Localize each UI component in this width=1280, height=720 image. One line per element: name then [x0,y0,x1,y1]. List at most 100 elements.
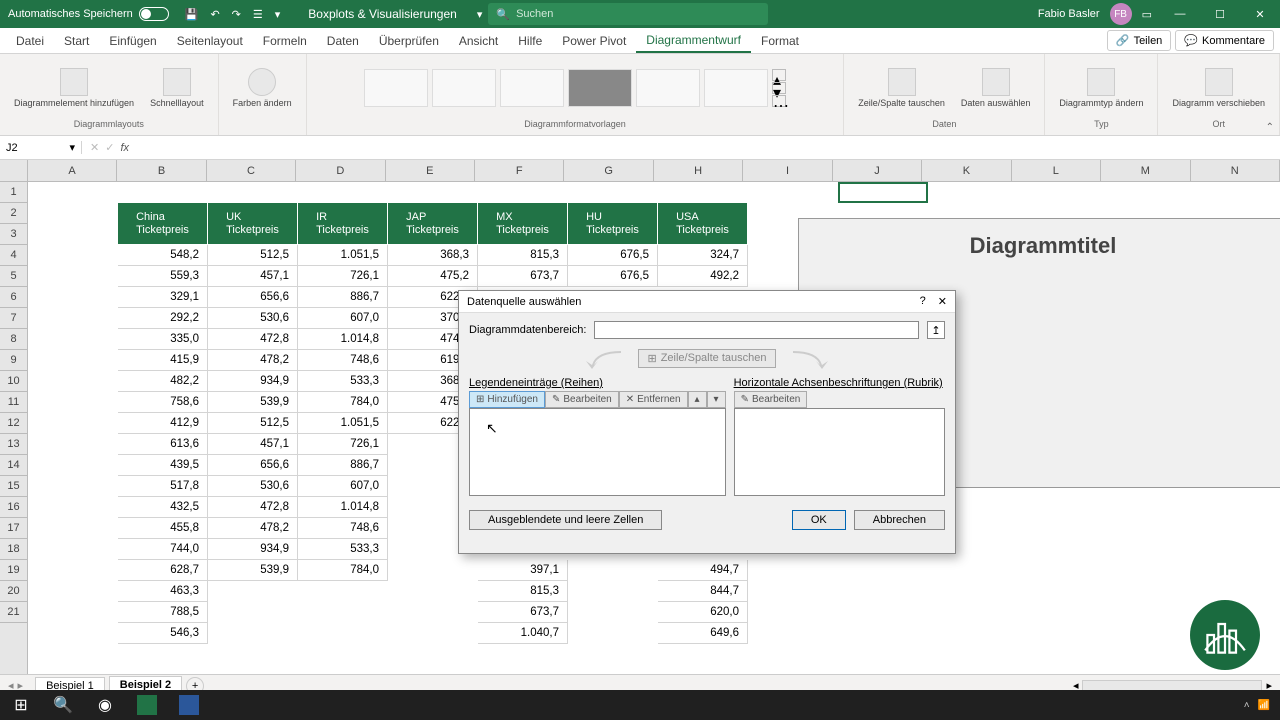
chart-style-5[interactable] [636,69,700,107]
tab-ueberpruefen[interactable]: Überprüfen [369,30,449,52]
tab-diagrammentwurf[interactable]: Diagrammentwurf [636,29,751,53]
data-cell[interactable]: 548,2 [118,245,208,266]
name-box[interactable]: J2▾ [0,141,82,154]
row-header[interactable]: 20 [0,581,27,602]
row-header[interactable]: 21 [0,602,27,623]
collapse-dialog-icon[interactable]: ↥ [927,321,945,339]
tray-chevron-icon[interactable]: ˄ [1244,700,1250,711]
data-cell[interactable]: 397,1 [478,560,568,581]
data-cell[interactable]: 726,1 [298,266,388,287]
switch-row-col-button[interactable]: Zeile/Spalte tauschen [852,66,951,110]
data-cell[interactable]: 744,0 [118,539,208,560]
table-header-cell[interactable]: HUTicketpreis [568,203,658,245]
data-cell[interactable]: 530,6 [208,308,298,329]
data-cell[interactable]: 1.014,8 [298,329,388,350]
legend-entries-list[interactable] [469,408,726,496]
col-header[interactable]: A [28,160,117,181]
data-cell[interactable]: 607,0 [298,476,388,497]
hidden-cells-button[interactable]: Ausgeblendete und leere Zellen [469,510,662,530]
col-header[interactable]: C [207,160,296,181]
row-header[interactable]: 5 [0,266,27,287]
row-header[interactable]: 12 [0,413,27,434]
row-header[interactable]: 17 [0,518,27,539]
data-cell[interactable]: 886,7 [298,455,388,476]
data-cell[interactable]: 324,7 [658,245,748,266]
row-header[interactable]: 15 [0,476,27,497]
select-data-button[interactable]: Daten auswählen [955,66,1037,110]
data-cell[interactable]: 415,9 [118,350,208,371]
table-header-cell[interactable]: UKTicketpreis [208,203,298,245]
row-header[interactable]: 1 [0,182,27,203]
add-series-button[interactable]: ⊞Hinzufügen [469,391,545,408]
minimize-button[interactable]: — [1160,0,1200,28]
chart-style-2[interactable] [432,69,496,107]
row-header[interactable]: 11 [0,392,27,413]
data-cell[interactable]: 329,1 [118,287,208,308]
data-cell[interactable]: 748,6 [298,350,388,371]
cancel-formula-icon[interactable]: ✕ [90,141,99,154]
data-cell[interactable]: 784,0 [298,560,388,581]
data-cell[interactable]: 546,3 [118,623,208,644]
tab-hilfe[interactable]: Hilfe [508,30,552,52]
comments-button[interactable]: 💬Kommentare [1175,30,1274,51]
row-header[interactable]: 10 [0,371,27,392]
tab-datei[interactable]: Datei [6,30,54,52]
data-cell[interactable]: 656,6 [208,287,298,308]
data-cell[interactable]: 1.014,8 [298,497,388,518]
row-header[interactable]: 14 [0,455,27,476]
table-header-cell[interactable]: JAPTicketpreis [388,203,478,245]
data-cell[interactable]: 475,2 [388,266,478,287]
doc-dropdown-icon[interactable]: ▾ [477,8,489,21]
data-cell[interactable]: 656,6 [208,455,298,476]
styles-down-icon[interactable]: ▾ [772,82,786,94]
taskbar-excel[interactable] [126,690,168,720]
edit-series-button[interactable]: ✎Bearbeiten [545,391,619,408]
data-cell[interactable]: 934,9 [208,539,298,560]
tab-start[interactable]: Start [54,30,99,52]
dpi-icon[interactable]: ▾ [275,8,281,21]
row-header[interactable]: 4 [0,245,27,266]
user-avatar[interactable]: FB [1110,3,1132,25]
undo-icon[interactable]: ↶ [210,8,219,21]
data-cell[interactable]: 292,2 [118,308,208,329]
col-header[interactable]: D [296,160,385,181]
data-cell[interactable]: 439,5 [118,455,208,476]
dialog-close-icon[interactable]: ✕ [938,295,947,308]
data-cell[interactable]: 886,7 [298,287,388,308]
user-area[interactable]: Fabio Basler FB ▭ [1030,3,1160,25]
ribbon-display-icon[interactable]: ▭ [1142,8,1152,21]
table-header-cell[interactable]: MXTicketpreis [478,203,568,245]
data-cell[interactable]: 676,5 [568,266,658,287]
table-header-cell[interactable]: ChinaTicketpreis [118,203,208,245]
data-cell[interactable]: 607,0 [298,308,388,329]
start-button[interactable]: ⊞ [0,690,42,720]
data-cell[interactable]: 457,1 [208,434,298,455]
taskbar-app-1[interactable]: ◉ [84,690,126,720]
change-chart-type-button[interactable]: Diagrammtyp ändern [1053,66,1149,110]
data-cell[interactable]: 613,6 [118,434,208,455]
data-cell[interactable]: 335,0 [118,329,208,350]
tab-seitenlayout[interactable]: Seitenlayout [167,30,253,52]
data-cell[interactable]: 494,7 [658,560,748,581]
table-header-cell[interactable]: USATicketpreis [658,203,748,245]
data-cell[interactable]: 482,2 [118,371,208,392]
col-header[interactable]: L [1012,160,1101,181]
data-cell[interactable]: 530,6 [208,476,298,497]
styles-more-icon[interactable]: ⋯ [772,95,786,107]
tab-ansicht[interactable]: Ansicht [449,30,508,52]
move-up-button[interactable]: ▴ [688,391,707,408]
accept-formula-icon[interactable]: ✓ [105,141,114,154]
data-cell[interactable]: 559,3 [118,266,208,287]
data-cell[interactable]: 512,5 [208,245,298,266]
cancel-button[interactable]: Abbrechen [854,510,945,530]
chart-title[interactable]: Diagrammtitel [799,219,1280,259]
data-cell[interactable]: 620,0 [658,602,748,623]
chart-style-1[interactable] [364,69,428,107]
data-cell[interactable]: 455,8 [118,518,208,539]
data-cell[interactable]: 539,9 [208,560,298,581]
toggle-switch[interactable] [139,7,169,21]
col-header[interactable]: E [386,160,475,181]
data-cell[interactable]: 758,6 [118,392,208,413]
remove-series-button[interactable]: ✕Entfernen [619,391,688,408]
chart-data-range-input[interactable] [594,321,919,339]
